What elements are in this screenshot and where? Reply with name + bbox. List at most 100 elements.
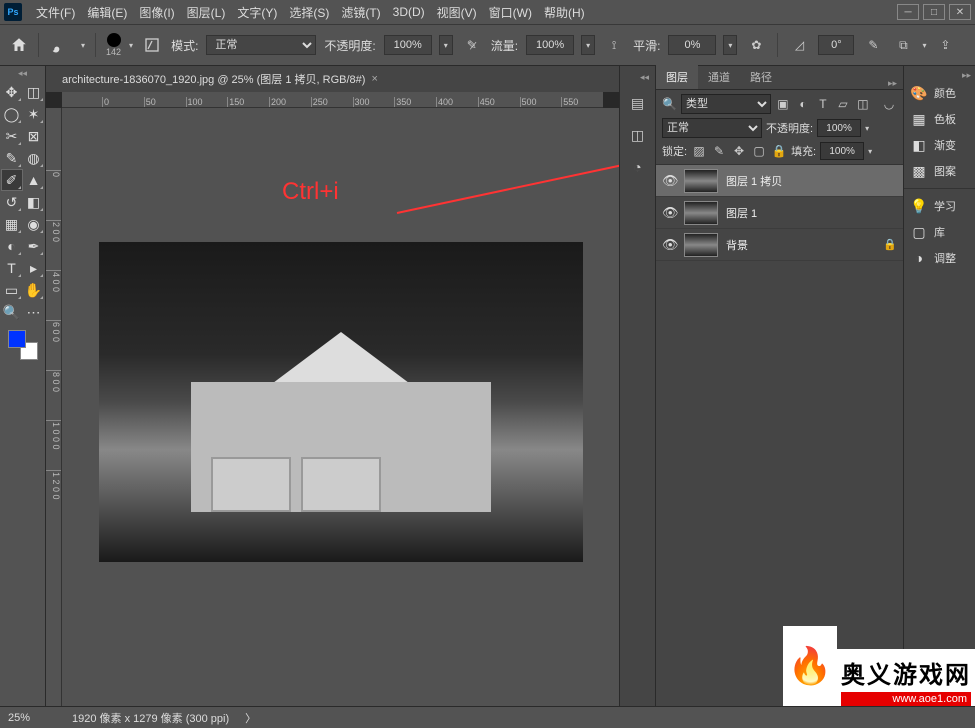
symmetry-icon[interactable]: ⧉ [892,34,914,56]
lock-icon[interactable]: 🔒 [883,238,897,251]
lock-all-icon[interactable]: 🔒 [771,143,787,159]
tool-preset-chevron-icon[interactable]: ▾ [81,41,85,50]
status-chevron-icon[interactable]: 〉 [245,710,256,726]
pressure-size-icon[interactable]: ✎ [862,34,884,56]
minimize-button[interactable]: ─ [897,4,919,20]
dodge-tool[interactable]: ◐ [2,236,22,256]
layer-name[interactable]: 图层 1 拷贝 [726,173,782,189]
path-select-tool[interactable]: ▸ [24,258,44,278]
rectangle-tool[interactable]: ▭ [2,280,22,300]
close-button[interactable]: ✕ [949,4,971,20]
properties-panel-icon[interactable]: ◫ [627,124,649,146]
adjust-panel-button[interactable]: ◑调整 [904,245,975,271]
type-tool[interactable]: T [2,258,22,278]
layer-thumbnail[interactable] [684,201,718,225]
ruler-horizontal[interactable]: 050100150200250300350400450500550 [62,92,603,108]
info-panel-icon[interactable]: ◔ [627,156,649,178]
symmetry-chevron-icon[interactable]: ▾ [922,41,926,50]
swatches-panel-button[interactable]: ▦色板 [904,106,975,132]
gradient-tool[interactable]: ▦ [2,214,22,234]
zoom-level[interactable]: 25% [8,712,56,724]
menu-3d[interactable]: 3D(D) [387,5,431,19]
tab-channels[interactable]: 通道 [698,65,740,89]
lock-paint-icon[interactable]: ✎ [711,143,727,159]
lock-artboard-icon[interactable]: ▢ [751,143,767,159]
stamp-tool[interactable]: ▲ [24,170,44,190]
layer-row[interactable]: 👁 图层 1 [656,197,903,229]
lock-pixels-icon[interactable]: ▨ [691,143,707,159]
tab-close-icon[interactable]: × [371,73,377,85]
share-icon[interactable]: ⇪ [934,34,956,56]
menu-file[interactable]: 文件(F) [30,4,81,21]
color-swatches[interactable] [8,330,38,360]
layer-thumbnail[interactable] [684,169,718,193]
artboard-tool[interactable]: ◫ [24,82,44,102]
layer-blend-select[interactable]: 正常 [662,118,762,138]
filter-image-icon[interactable]: ▣ [775,96,791,112]
brush-panel-toggle-icon[interactable] [141,34,163,56]
fill-dropdown-icon[interactable]: ▾ [868,147,872,156]
foreground-color[interactable] [8,330,26,348]
menu-edit[interactable]: 编辑(E) [81,4,133,21]
smoothing-gear-icon[interactable]: ✿ [745,34,767,56]
menu-filter[interactable]: 滤镜(T) [335,4,386,21]
crop-tool[interactable]: ✂ [2,126,22,146]
history-panel-icon[interactable]: ▤ [627,92,649,114]
quick-select-tool[interactable]: ✶ [24,104,44,124]
history-brush-tool[interactable]: ↺ [2,192,22,212]
canvas-viewport[interactable]: Ctrl+i [62,108,619,706]
zoom-tool[interactable]: 🔍 [2,302,22,322]
blur-tool[interactable]: ◉ [24,214,44,234]
layer-filter-select[interactable]: 类型 [681,94,771,114]
tab-paths[interactable]: 路径 [740,65,782,89]
tab-layers[interactable]: 图层 [656,65,698,89]
flow-value[interactable]: 100% [526,35,574,55]
layer-name[interactable]: 图层 1 [726,205,757,221]
menu-view[interactable]: 视图(V) [431,4,483,21]
document-tab[interactable]: architecture-1836070_1920.jpg @ 25% (图层 … [54,67,386,91]
visibility-icon[interactable]: 👁 [662,173,676,189]
filter-adjust-icon[interactable]: ◐ [795,96,811,112]
brush-tool-icon[interactable] [49,35,73,55]
flow-chevron-icon[interactable]: ▾ [581,35,595,55]
layer-row[interactable]: 👁 背景 🔒 [656,229,903,261]
lasso-tool[interactable]: ◯ [2,104,22,124]
angle-value[interactable]: 0° [818,35,854,55]
ruler-vertical[interactable]: 02 0 04 0 06 0 08 0 01 0 0 01 2 0 0 [46,108,62,706]
filter-smart-icon[interactable]: ◫ [855,96,871,112]
smoothing-chevron-icon[interactable]: ▾ [723,35,737,55]
panel-collapse-icon[interactable]: ▸▸ [882,78,903,89]
angle-icon[interactable]: ◿ [788,34,810,56]
opacity-dropdown-icon[interactable]: ▾ [865,124,869,133]
layer-opacity-value[interactable]: 100% [817,119,861,137]
strip-collapse-icon[interactable]: ◂◂ [620,72,655,82]
learn-panel-button[interactable]: 💡学习 [904,193,975,219]
document-info[interactable]: 1920 像素 x 1279 像素 (300 ppi) [72,710,229,726]
toolbox-collapse-icon[interactable]: ◂◂ [0,68,45,78]
blend-mode-select[interactable]: 正常 [206,35,316,55]
brush-chevron-icon[interactable]: ▾ [129,41,133,50]
hand-tool[interactable]: ✋ [24,280,44,300]
lock-position-icon[interactable]: ✥ [731,143,747,159]
layer-name[interactable]: 背景 [726,237,748,253]
frame-tool[interactable]: ⊠ [24,126,44,146]
menu-help[interactable]: 帮助(H) [538,4,591,21]
eraser-tool[interactable]: ◧ [24,192,44,212]
patterns-panel-button[interactable]: ▩图案 [904,158,975,184]
smoothing-value[interactable]: 0% [668,35,716,55]
opacity-chevron-icon[interactable]: ▾ [439,35,453,55]
gradient-panel-button[interactable]: ◧渐变 [904,132,975,158]
library-panel-button[interactable]: ▢库 [904,219,975,245]
visibility-icon[interactable]: 👁 [662,237,676,253]
eyedropper-tool[interactable]: ✎ [2,148,22,168]
menu-image[interactable]: 图像(I) [133,4,180,21]
filter-shape-icon[interactable]: ▱ [835,96,851,112]
filter-toggle-icon[interactable]: ◡ [881,96,897,112]
healing-tool[interactable]: ◍ [24,148,44,168]
layer-row[interactable]: 👁 图层 1 拷贝 [656,165,903,197]
filter-type-icon[interactable]: T [815,96,831,112]
pen-tool[interactable]: ✒ [24,236,44,256]
menu-type[interactable]: 文字(Y) [231,4,283,21]
strip-collapse-icon[interactable]: ▸▸ [904,70,975,80]
maximize-button[interactable]: □ [923,4,945,20]
